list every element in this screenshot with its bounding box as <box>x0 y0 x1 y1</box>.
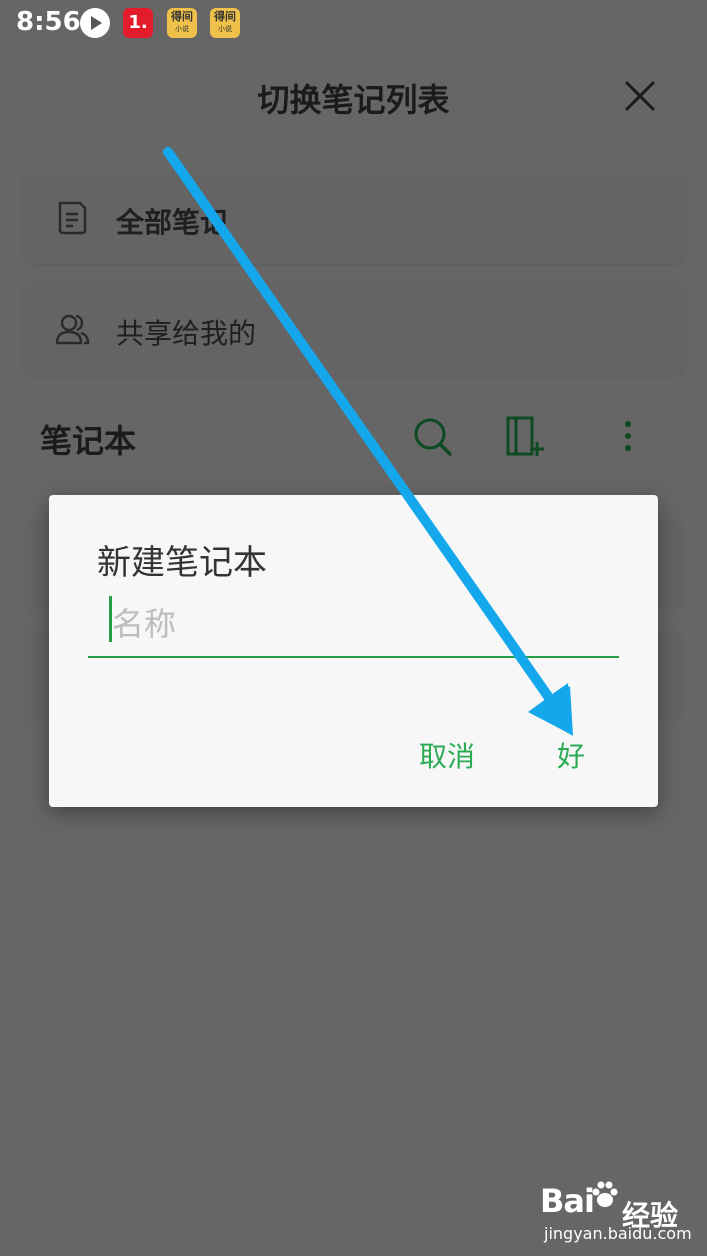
app-1-icon: 1. <box>123 8 153 38</box>
new-notebook-dialog: 新建笔记本 取消 好 <box>49 495 658 807</box>
shared-with-me-row[interactable]: 共享给我的 <box>22 283 685 375</box>
text-caret <box>109 596 112 642</box>
status-bar: 8:56 1. 得间 小说 得间 小说 <box>0 0 707 50</box>
dialog-title: 新建笔记本 <box>97 543 267 583</box>
novel-app-icon: 得间 小说 <box>167 8 197 38</box>
page-title: 切换笔记列表 <box>257 81 450 119</box>
people-icon <box>54 311 90 347</box>
all-notes-row[interactable]: 全部笔记 <box>22 172 685 264</box>
shared-with-me-label: 共享给我的 <box>116 317 257 350</box>
note-icon <box>54 200 90 236</box>
novel-app-icon: 得间 小说 <box>210 8 240 38</box>
notebook-name-input[interactable] <box>88 592 619 658</box>
play-icon <box>80 8 110 38</box>
baidu-jingyan-watermark: Bai 经验 jingyan.baidu.com <box>540 1180 700 1250</box>
watermark-url: jingyan.baidu.com <box>544 1224 692 1243</box>
ok-button[interactable]: 好 <box>557 735 585 775</box>
status-time: 8:56 <box>16 7 81 37</box>
paw-icon <box>590 1180 620 1210</box>
notebooks-title: 笔记本 <box>40 422 137 460</box>
new-notebook-icon[interactable] <box>502 414 546 458</box>
search-icon[interactable] <box>410 414 454 458</box>
all-notes-label: 全部笔记 <box>116 206 229 239</box>
watermark-brand: Bai <box>540 1182 595 1220</box>
more-icon[interactable] <box>606 414 650 458</box>
close-icon[interactable] <box>620 76 660 116</box>
cancel-button[interactable]: 取消 <box>419 735 475 775</box>
